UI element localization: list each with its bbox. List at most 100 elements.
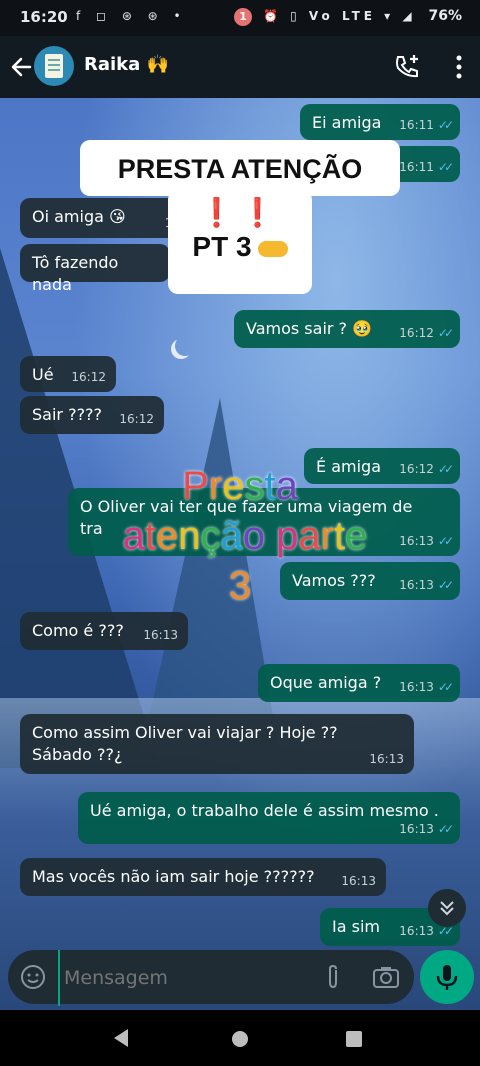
message-time: 16:11 ✓✓ [399,160,454,174]
mic-icon [436,965,458,990]
message-time: 16:13 ✓✓ [399,578,454,592]
message-text: Ué [32,365,54,384]
camera-icon[interactable] [372,964,400,990]
message-time: 16:13 [143,628,178,642]
message-bubble[interactable]: Sair ???? 16:12 [20,396,164,434]
rainbow-letter: a [275,464,298,508]
rainbow-letter: P [182,464,209,508]
rainbow-letter: e [156,514,179,558]
message-time: 16:13 [341,874,376,888]
message-text: Como assim Oliver vai viajar ? Hoje ?? S… [32,723,338,764]
message-input[interactable] [58,950,316,1006]
sticker-icon[interactable] [20,964,46,990]
message-time: 16:12 [71,370,106,384]
message-text: Sair ???? [32,405,103,424]
contact-name[interactable]: Raika 🙌 [84,54,169,75]
message-time: 16:13 [369,752,404,766]
read-ticks-icon: ✓✓ [437,680,454,694]
read-ticks-icon: ✓✓ [437,534,454,548]
rainbow-letter: p [276,514,299,558]
system-nav-bar [0,1010,480,1066]
notepad-icon [45,54,63,78]
read-ticks-icon: ✓✓ [437,578,454,592]
message-text: Mas vocês não iam sair hoje ?????? [32,867,315,886]
message-composer [8,950,414,1006]
rainbow-line-1: Presta [170,462,310,510]
read-ticks-icon: ✓✓ [437,326,454,340]
message-bubble[interactable]: Tô fazendo nada [20,244,170,294]
rainbow-letter: r [320,514,334,558]
rainbow-line-2: atenção parte [95,512,395,560]
notification-badge: 1 [234,8,253,26]
add-call-icon[interactable] [392,52,422,82]
status-right: 1 ⏰ ▯ Vo LTE ▾ ◢ 76% [234,8,462,26]
double-chevron-down-icon[interactable] [428,889,466,927]
rainbow-letter: a [122,514,145,558]
chat-header: Raika 🙌 [0,36,480,98]
message-time: 16:11 ✓✓ [399,118,454,132]
rainbow-letter: ç [200,514,221,558]
message-bubble[interactable]: Mas vocês não iam sair hoje ?????? 16:13 [20,858,386,896]
message-bubble[interactable]: Vamos sair ? 🥹 16:12 ✓✓ [234,310,460,348]
message-time: 16:12 ✓✓ [399,462,454,476]
status-left-icons: f ◻ ⊛ ⊛ • [76,9,187,23]
overlay-title-card: PRESTA ATENÇÃO [80,140,400,196]
read-ticks-icon: ✓✓ [437,160,454,174]
nav-back-icon[interactable] [114,1029,128,1047]
status-bar: 16:20 f ◻ ⊛ ⊛ • 1 ⏰ ▯ Vo LTE ▾ ◢ 76% [0,0,480,36]
message-text: Ei amiga [312,113,382,132]
message-time: 16:12 [119,412,154,426]
message-text: Vamos sair ? 🥹 [246,319,373,338]
overlay-part-card: ❗❗ PT 3 [168,190,312,294]
battery-level: 76% [428,8,462,24]
avatar[interactable] [34,46,74,86]
message-text: Oi amiga 😘 [32,207,126,226]
message-bubble[interactable]: É amiga 16:12 ✓✓ [304,448,460,484]
message-text: Vamos ??? [292,571,376,590]
message-bubble[interactable]: Oi amiga 😘 16 [20,198,190,238]
message-bubble[interactable]: Ué amiga, o trabalho dele é assim mesmo … [78,792,460,844]
arrow-left-icon[interactable] [10,52,32,82]
rainbow-letter: t [264,464,276,508]
read-ticks-icon: ✓✓ [437,118,454,132]
rainbow-letter: 3 [228,564,252,608]
rainbow-line-3: 3 [210,562,270,610]
rainbow-letter: o [242,514,266,558]
status-time: 16:20 [20,8,68,26]
message-time: 16:13 ✓✓ [399,822,454,836]
rainbow-letter: ã [220,514,243,558]
wallpaper-moon [175,336,195,356]
message-text: Ué amiga, o trabalho dele é assim mesmo … [90,801,439,820]
message-bubble[interactable]: Vamos ??? 16:13 ✓✓ [280,562,460,600]
message-time: 16:13 ✓✓ [399,680,454,694]
rainbow-letter: a [298,514,321,558]
message-bubble[interactable]: Ei amiga 16:11 ✓✓ [300,104,460,140]
more-vert-icon[interactable] [454,54,464,80]
message-bubble[interactable]: Ué 16:12 [20,356,116,392]
message-bubble[interactable]: Como é ??? 16:13 [20,612,188,650]
rainbow-letter: e [345,514,368,558]
rainbow-letter [265,514,276,558]
message-text: É amiga [316,457,381,476]
overlay-part-label: PT 3 [168,231,312,263]
rainbow-letter: t [144,514,157,558]
mic-button[interactable] [420,950,474,1004]
nav-home-icon[interactable] [232,1031,248,1047]
message-text: Ia sim [332,917,380,936]
rainbow-letter: r [208,464,223,508]
read-ticks-icon: ✓✓ [437,822,454,836]
message-time: 16:13 ✓✓ [399,534,454,548]
paperclip-icon[interactable] [322,964,344,990]
nav-recents-icon[interactable] [346,1031,362,1047]
message-text: Oque amiga ? [270,673,382,692]
pointing-hand-icon [257,240,288,257]
message-bubble[interactable]: Como assim Oliver vai viajar ? Hoje ?? S… [20,714,414,774]
status-right-icons: ⏰ ▯ Vo LTE ▾ ◢ [263,9,416,23]
exclamation-icon: ❗❗ [199,197,281,228]
rainbow-letter: t [333,514,346,558]
message-bubble[interactable]: Oque amiga ? 16:13 ✓✓ [258,664,460,702]
rainbow-letter: n [178,514,201,558]
rainbow-letter: e [222,464,245,508]
chat-area[interactable]: Ei amiga 16:11✓✓ 16:11✓✓ Oi amiga 😘 16 T… [0,98,480,1010]
rainbow-letter: s [244,464,265,508]
